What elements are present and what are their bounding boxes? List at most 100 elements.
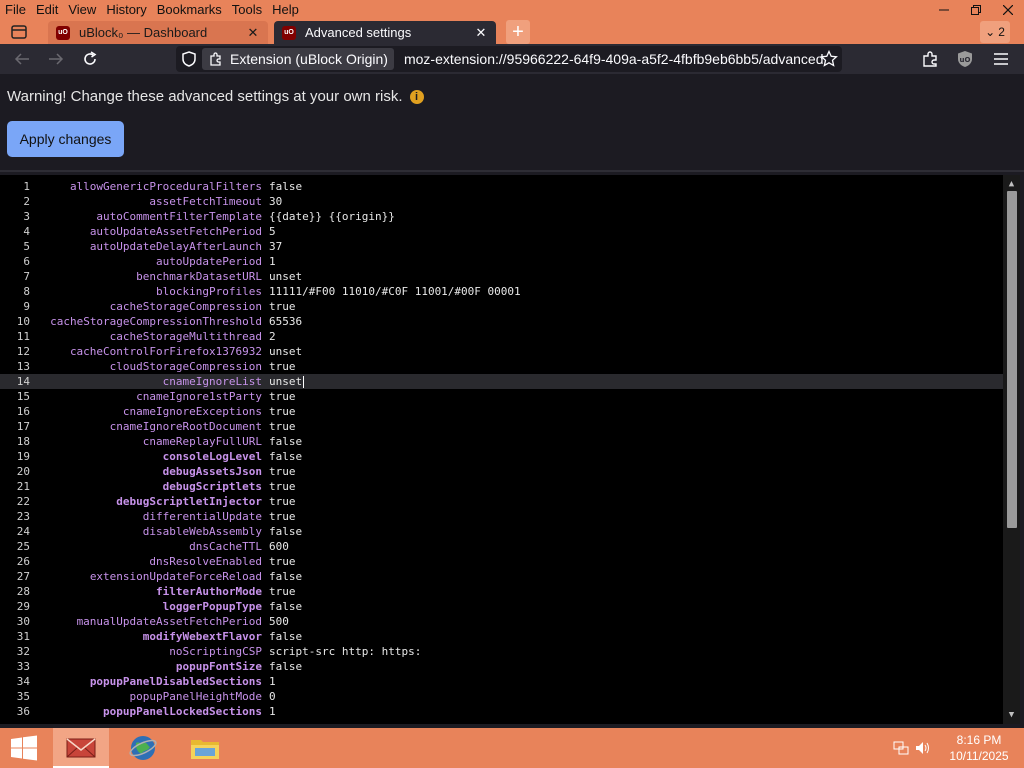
setting-row[interactable]: 26 dnsResolveEnabled true (0, 554, 1003, 569)
setting-row[interactable]: 28 filterAuthorMode true (0, 584, 1003, 599)
setting-value[interactable]: true (269, 554, 296, 569)
setting-value[interactable]: 11111/#F00 11010/#C0F 11001/#00F 00001 (269, 284, 521, 299)
setting-value[interactable]: true (269, 404, 296, 419)
menu-tools[interactable]: Tools (227, 0, 267, 20)
setting-row[interactable]: 15 cnameIgnore1stParty true (0, 389, 1003, 404)
setting-row[interactable]: 20 debugAssetsJson true (0, 464, 1003, 479)
close-window-button[interactable] (992, 0, 1024, 20)
setting-value[interactable]: false (269, 434, 302, 449)
setting-value[interactable]: 65536 (269, 314, 302, 329)
setting-value[interactable]: 1 (269, 254, 276, 269)
tab-close-icon[interactable]: ✕ (246, 25, 260, 41)
setting-row[interactable]: 1 allowGenericProceduralFilters false (0, 179, 1003, 194)
minimize-button[interactable] (928, 0, 960, 20)
scroll-down-arrow-icon[interactable]: ▼ (1003, 708, 1020, 722)
tab-close-icon[interactable]: ✕ (474, 25, 488, 41)
setting-row[interactable]: 29 loggerPopupType false (0, 599, 1003, 614)
setting-value[interactable]: false (269, 629, 302, 644)
setting-value[interactable]: true (269, 584, 296, 599)
setting-value[interactable]: unset (269, 374, 302, 389)
menu-history[interactable]: History (101, 0, 151, 20)
forward-button[interactable] (45, 48, 67, 70)
url-bar[interactable]: Extension (uBlock Origin) moz-extension:… (176, 46, 842, 72)
scrollbar-thumb[interactable] (1007, 191, 1017, 528)
setting-row[interactable]: 8 blockingProfiles 11111/#F00 11010/#C0F 1… (0, 284, 1003, 299)
setting-value[interactable]: true (269, 299, 296, 314)
setting-value[interactable]: 500 (269, 614, 289, 629)
setting-row[interactable]: 32 noScriptingCSP script-src http: https: (0, 644, 1003, 659)
setting-row[interactable]: 7 benchmarkDatasetURL unset (0, 269, 1003, 284)
setting-value[interactable]: 30 (269, 194, 282, 209)
info-icon[interactable]: i (409, 89, 424, 104)
url-text[interactable]: moz-extension://95966222-64f9-409a-a5f2-… (404, 51, 824, 67)
start-button[interactable] (0, 728, 48, 768)
taskbar-app-explorer[interactable] (177, 728, 233, 768)
setting-value[interactable]: true (269, 494, 296, 509)
setting-row[interactable]: 10 cacheStorageCompressionThreshold 65536 (0, 314, 1003, 329)
setting-row[interactable]: 35 popupPanelHeightMode 0 (0, 689, 1003, 704)
setting-value[interactable]: 0 (269, 689, 276, 704)
setting-row[interactable]: 13 cloudStorageCompression true (0, 359, 1003, 374)
setting-row[interactable]: 21 debugScriptlets true (0, 479, 1003, 494)
setting-row[interactable]: 24 disableWebAssembly false (0, 524, 1003, 539)
setting-row[interactable]: 27 extensionUpdateForceReload false (0, 569, 1003, 584)
list-all-tabs-button[interactable]: ⌄ 2 (980, 21, 1010, 43)
tab-advanced-settings[interactable]: uO Advanced settings ✕ (274, 21, 496, 44)
setting-row[interactable]: 14 cnameIgnoreList unset (0, 374, 1003, 389)
setting-value[interactable]: 5 (269, 224, 276, 239)
back-button[interactable] (11, 48, 33, 70)
setting-row[interactable]: 34 popupPanelDisabledSections 1 (0, 674, 1003, 689)
setting-row[interactable]: 9 cacheStorageCompression true (0, 299, 1003, 314)
setting-row[interactable]: 31 modifyWebextFlavor false (0, 629, 1003, 644)
menu-help[interactable]: Help (267, 0, 304, 20)
setting-row[interactable]: 4 autoUpdateAssetFetchPeriod 5 (0, 224, 1003, 239)
setting-value[interactable]: 1 (269, 704, 276, 719)
extensions-button[interactable] (919, 48, 941, 70)
setting-value[interactable]: unset (269, 269, 302, 284)
setting-value[interactable]: false (269, 449, 302, 464)
setting-row[interactable]: 17 cnameIgnoreRootDocument true (0, 419, 1003, 434)
ublock-toolbar-button[interactable]: uO (954, 48, 976, 70)
editor-scrollbar[interactable]: ▲ ▼ (1003, 175, 1020, 724)
setting-value[interactable]: false (269, 569, 302, 584)
restore-button[interactable] (960, 0, 992, 20)
setting-row[interactable]: 18 cnameReplayFullURL false (0, 434, 1003, 449)
volume-icon[interactable] (912, 738, 934, 758)
taskbar-app-browser[interactable] (115, 728, 171, 768)
setting-value[interactable]: true (269, 509, 296, 524)
tracking-protection-button[interactable] (176, 46, 202, 72)
setting-row[interactable]: 3 autoCommentFilterTemplate {{date}} {{ori… (0, 209, 1003, 224)
new-tab-button[interactable]: + (506, 20, 530, 44)
setting-value[interactable]: true (269, 419, 296, 434)
scroll-up-arrow-icon[interactable]: ▲ (1003, 177, 1020, 191)
taskbar-app-firefox[interactable] (53, 728, 109, 768)
menu-file[interactable]: File (0, 0, 31, 20)
network-icon[interactable] (890, 738, 912, 758)
setting-value[interactable]: 600 (269, 539, 289, 554)
setting-value[interactable]: true (269, 479, 296, 494)
reload-button[interactable] (79, 48, 101, 70)
setting-row[interactable]: 25 dnsCacheTTL 600 (0, 539, 1003, 554)
setting-value[interactable]: false (269, 524, 302, 539)
setting-row[interactable]: 30 manualUpdateAssetFetchPeriod 500 (0, 614, 1003, 629)
setting-value[interactable]: true (269, 359, 296, 374)
setting-value[interactable]: {{date}} {{origin}} (269, 209, 395, 224)
setting-value[interactable]: true (269, 464, 296, 479)
setting-value[interactable]: 1 (269, 674, 276, 689)
setting-row[interactable]: 33 popupFontSize false (0, 659, 1003, 674)
setting-value[interactable]: 37 (269, 239, 282, 254)
apply-changes-button[interactable]: Apply changes (7, 121, 124, 157)
setting-row[interactable]: 19 consoleLogLevel false (0, 449, 1003, 464)
setting-value[interactable]: false (269, 659, 302, 674)
setting-value[interactable]: 2 (269, 329, 276, 344)
setting-value[interactable]: unset (269, 344, 302, 359)
setting-value[interactable]: script-src http: https: (269, 644, 421, 659)
firefox-view-button[interactable] (8, 22, 30, 42)
clock[interactable]: 8:16 PM 10/11/2025 (934, 732, 1024, 764)
setting-row[interactable]: 22 debugScriptletInjector true (0, 494, 1003, 509)
app-menu-button[interactable] (990, 48, 1012, 70)
menu-bookmarks[interactable]: Bookmarks (152, 0, 227, 20)
setting-row[interactable]: 16 cnameIgnoreExceptions true (0, 404, 1003, 419)
menu-edit[interactable]: Edit (31, 0, 63, 20)
setting-row[interactable]: 12 cacheControlForFirefox1376932 unset (0, 344, 1003, 359)
